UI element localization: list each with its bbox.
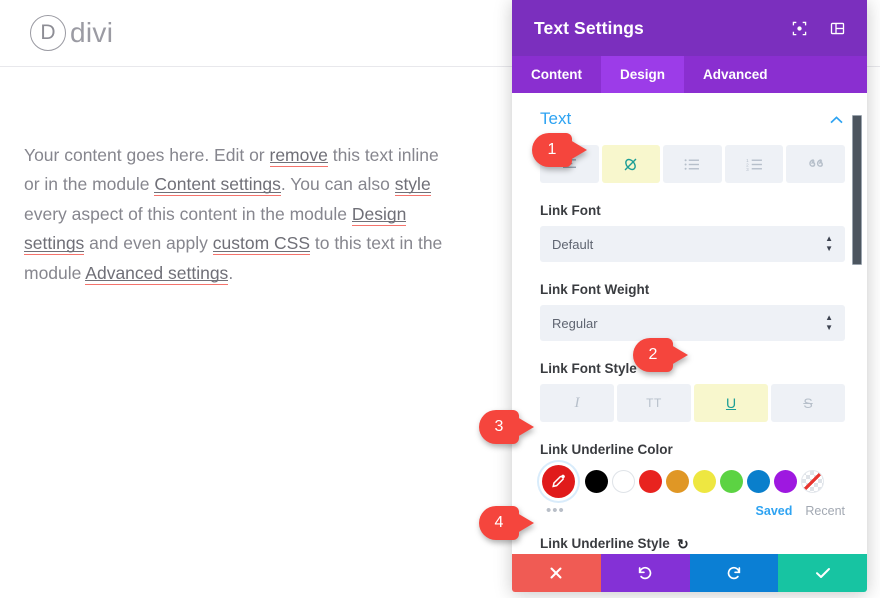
blockquote-button[interactable] <box>786 145 845 183</box>
link-font-label: Link Font <box>540 203 601 218</box>
uppercase-button[interactable]: TT <box>617 384 691 422</box>
content-link[interactable]: Content settings <box>154 174 281 196</box>
svg-text:3: 3 <box>746 166 749 170</box>
reset-icon[interactable]: ↺ <box>677 536 689 552</box>
italic-glyph: I <box>574 394 580 411</box>
link-font-weight-value: Regular <box>552 315 598 331</box>
content-link[interactable]: style <box>394 174 431 196</box>
swatch-white[interactable] <box>612 470 635 493</box>
more-colors-icon[interactable]: ••• <box>546 503 565 518</box>
save-button[interactable] <box>778 554 867 592</box>
swatch-tabs: Saved Recent <box>756 504 845 518</box>
link-font-style-buttons: I TT U S <box>540 384 845 422</box>
link-underline-color-label: Link Underline Color <box>540 442 673 457</box>
marker-number: 1 <box>547 141 557 158</box>
modal-scrollbar-thumb[interactable] <box>852 115 862 265</box>
text-section-title: Text <box>540 109 572 128</box>
link-font-style-label: Link Font Style <box>540 361 637 376</box>
italic-button[interactable]: I <box>540 384 614 422</box>
content-link[interactable]: Advanced settings <box>85 262 229 285</box>
undo-button[interactable] <box>600 554 690 592</box>
swatch-footer: ••• Saved Recent <box>540 503 845 518</box>
color-picker-eyedropper-button[interactable] <box>542 465 575 498</box>
callout-marker-3: 3 <box>479 410 535 444</box>
link-underline-style-label: Link Underline Style ↺ <box>540 536 845 552</box>
site-logo[interactable]: D divi <box>30 15 113 51</box>
chevron-updown-icon: ▲ ▼ <box>825 313 833 332</box>
content-link[interactable]: custom CSS <box>212 233 310 255</box>
marker-number: 2 <box>648 346 658 363</box>
swatch-orange[interactable] <box>666 470 689 493</box>
underline-glyph: U <box>725 395 737 411</box>
modal-action-bar <box>512 554 867 592</box>
link-button[interactable] <box>601 145 661 183</box>
text-section-header[interactable]: Text <box>540 109 845 129</box>
swatch-purple[interactable] <box>774 470 797 493</box>
close-button[interactable] <box>512 554 601 592</box>
marker-number: 4 <box>494 514 504 531</box>
link-underline-style-text: Link Underline Style <box>540 536 670 551</box>
link-font-weight-label: Link Font Weight <box>540 282 650 297</box>
ordered-list-button[interactable]: 1 2 3 <box>724 145 784 183</box>
recent-colors-tab[interactable]: Recent <box>805 504 845 518</box>
text-settings-modal: Text Settings Content Design Advanced Te… <box>512 0 867 592</box>
swatch-blue[interactable] <box>747 470 770 493</box>
unordered-list-button[interactable] <box>663 145 722 183</box>
tab-advanced[interactable]: Advanced <box>684 56 787 93</box>
modal-scrollbar-track[interactable] <box>852 93 862 554</box>
callout-marker-2: 2 <box>633 338 689 372</box>
modal-titlebar-icons <box>791 20 845 36</box>
layout-columns-icon[interactable] <box>829 20 845 36</box>
modal-tabs: Content Design Advanced <box>512 56 867 93</box>
swatch-green[interactable] <box>720 470 743 493</box>
link-font-value: Default <box>552 236 594 252</box>
swatch-red[interactable] <box>639 470 662 493</box>
callout-marker-4: 4 <box>479 506 535 540</box>
swatch-transparent[interactable] <box>801 470 824 493</box>
color-swatch-row <box>540 465 845 498</box>
logo-wordmark: divi <box>70 17 114 48</box>
saved-colors-tab[interactable]: Saved <box>756 504 793 518</box>
marker-number: 3 <box>494 418 504 435</box>
strikethrough-glyph: S <box>803 395 813 411</box>
text-module-paragraph: Your content goes here. Edit or remove t… <box>24 144 443 285</box>
underline-button[interactable]: U <box>694 384 768 422</box>
content-link[interactable]: remove <box>269 144 328 167</box>
callout-marker-1: 1 <box>532 133 588 167</box>
modal-titlebar: Text Settings <box>512 0 867 56</box>
chevron-up-icon[interactable] <box>830 113 845 126</box>
link-font-select[interactable]: Default ▲ ▼ <box>540 226 845 262</box>
redo-button[interactable] <box>689 554 779 592</box>
chevron-updown-icon: ▲ ▼ <box>825 234 833 253</box>
tab-design[interactable]: Design <box>601 56 685 93</box>
swatch-black[interactable] <box>585 470 608 493</box>
link-font-weight-select[interactable]: Regular ▲ ▼ <box>540 305 845 341</box>
focus-icon[interactable] <box>791 20 807 36</box>
modal-title: Text Settings <box>534 17 644 38</box>
swatch-yellow[interactable] <box>693 470 716 493</box>
tab-content[interactable]: Content <box>512 56 601 93</box>
logo-circle-d-icon: D <box>30 15 66 51</box>
strikethrough-button[interactable]: S <box>771 384 845 422</box>
uppercase-glyph: TT <box>646 396 662 410</box>
